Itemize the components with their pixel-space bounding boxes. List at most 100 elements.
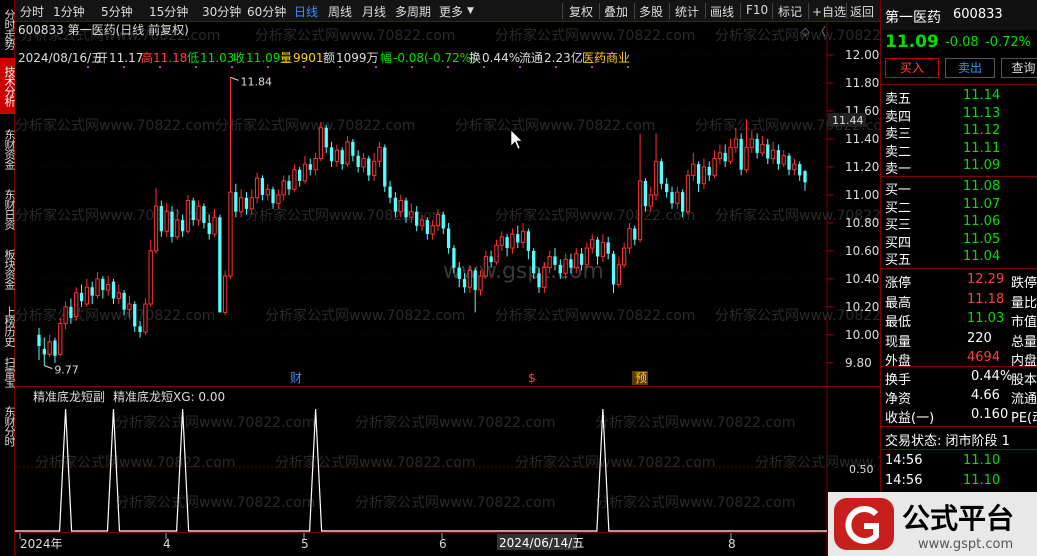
candle bbox=[345, 136, 350, 167]
tab-intraday[interactable]: 分时走势 bbox=[0, 4, 16, 54]
period-60min[interactable]: 60分钟 bbox=[247, 3, 286, 20]
fund-label-2: 流通 bbox=[1011, 392, 1037, 407]
back-button[interactable]: 返回 bbox=[850, 3, 874, 20]
period-monthly[interactable]: 月线 bbox=[362, 3, 386, 20]
open-label: 开 bbox=[96, 51, 108, 65]
candle bbox=[53, 337, 57, 363]
event-marker-icon[interactable]: $ bbox=[528, 371, 536, 385]
header-date: 2024/08/16/五 bbox=[18, 51, 103, 65]
candle bbox=[79, 284, 84, 307]
overlay-button[interactable]: 叠加 bbox=[604, 3, 628, 20]
f10-button[interactable]: F10 bbox=[746, 3, 768, 17]
more-menu[interactable]: 更多 bbox=[439, 3, 463, 20]
x-axis: 2024年 4 5 6 2024/06/14/五 8 bbox=[15, 532, 880, 556]
watermark-text: 分析家公式网www.70822.com bbox=[355, 494, 555, 511]
period-1min[interactable]: 1分钟 bbox=[53, 3, 85, 20]
candle bbox=[106, 276, 111, 296]
period-multi[interactable]: 多周期 bbox=[395, 3, 431, 20]
ask-price: 11.13 bbox=[963, 105, 1001, 121]
y-tick-label: 12.00 bbox=[845, 48, 879, 62]
fund-label-2: PE(动 bbox=[1011, 411, 1037, 426]
period-30min[interactable]: 30分钟 bbox=[202, 3, 241, 20]
more-dropdown-icon[interactable]: ▼ bbox=[467, 6, 474, 16]
tab-daily-fund[interactable]: 东财日资 bbox=[0, 182, 16, 236]
collapse-icon[interactable]: 〈 bbox=[815, 25, 826, 38]
candle bbox=[770, 141, 776, 165]
period-daily[interactable]: 日线 bbox=[294, 3, 318, 20]
ask-level-label: 卖一 bbox=[885, 162, 912, 177]
amount-value: 1099万 bbox=[336, 51, 379, 65]
candle bbox=[739, 133, 743, 176]
watermark-text: 分析家公式网www.70822.com bbox=[15, 117, 215, 134]
gspt-logo: 公式平台 www.gspt.com bbox=[828, 492, 1037, 556]
tab-risk-check[interactable]: 扫雷宝 bbox=[0, 352, 16, 392]
watermark-text: 分析家公式网www.70822.com bbox=[215, 117, 415, 134]
watermark-text: 分析家公式网www.70822.com bbox=[595, 494, 795, 511]
ask-level-label: 卖四 bbox=[885, 109, 912, 125]
candle bbox=[254, 172, 260, 204]
kline-chart[interactable]: 分析家公式网www.70822.com 分析家公式网www.70822.com 分析… bbox=[15, 22, 915, 386]
x-tick-year: 2024年 bbox=[20, 537, 63, 551]
turnover-label: 换 bbox=[469, 51, 481, 65]
indicator-value: 精准底龙短XG: 0.00 bbox=[113, 389, 225, 404]
tab-technical-analysis[interactable]: 技术分析 bbox=[0, 58, 16, 114]
draw-line-button[interactable]: 画线 bbox=[710, 3, 734, 20]
watermark-text: 分析家公式网www.70822.com bbox=[275, 454, 475, 471]
tick-time: 14:56 bbox=[885, 473, 923, 488]
candle bbox=[276, 189, 281, 209]
event-marker-icon[interactable]: 预 bbox=[635, 371, 647, 385]
stock-name: 第一医药 bbox=[885, 10, 941, 26]
mark-button[interactable]: 标记 bbox=[778, 3, 802, 20]
tab-rank-history[interactable]: 上榜历史 bbox=[0, 302, 16, 350]
candle bbox=[281, 175, 286, 201]
current-price: 11.09 bbox=[885, 32, 939, 52]
bid-level-label: 买一 bbox=[885, 183, 912, 198]
indicator-panel[interactable]: 分析家公式网www.70822.com 分析家公式网www.70822.com 分析… bbox=[15, 386, 955, 533]
period-weekly[interactable]: 周线 bbox=[328, 3, 352, 20]
adjust-button[interactable]: 复权 bbox=[569, 3, 593, 20]
statistics-button[interactable]: 统计 bbox=[675, 3, 699, 20]
candle bbox=[505, 234, 509, 257]
bid-level-label: 买四 bbox=[885, 235, 912, 251]
y-tick-label: 11.40 bbox=[845, 132, 879, 146]
tab-fund-intraday[interactable]: 东财分时 bbox=[0, 400, 16, 452]
low-label: 低 bbox=[187, 51, 199, 65]
candle bbox=[584, 242, 590, 268]
buy-button[interactable]: 买入 bbox=[885, 58, 939, 78]
x-tick-jun: 6 bbox=[439, 537, 447, 551]
candle bbox=[616, 256, 621, 288]
watermark-text: 分析家公式网www.70822.com bbox=[115, 494, 315, 511]
candle bbox=[633, 225, 637, 246]
tab-sector-fund[interactable]: 板块资金 bbox=[0, 242, 16, 296]
add-watchlist-button[interactable]: +自选 bbox=[812, 3, 846, 20]
query-button[interactable]: 查询 bbox=[1001, 58, 1037, 78]
sell-button[interactable]: 卖出 bbox=[945, 58, 995, 78]
logo-text: 公式平台 bbox=[902, 502, 1014, 535]
candle bbox=[712, 150, 717, 179]
candle bbox=[441, 211, 445, 235]
x-tick-apr: 4 bbox=[163, 537, 171, 551]
period-5min[interactable]: 5分钟 bbox=[101, 3, 133, 20]
industry-label[interactable]: 医药商业 bbox=[582, 50, 630, 65]
candle bbox=[377, 141, 382, 167]
candle bbox=[787, 152, 791, 176]
candle bbox=[84, 278, 90, 307]
candle bbox=[313, 152, 318, 176]
candle bbox=[185, 194, 191, 235]
candle bbox=[356, 150, 360, 173]
quote-panel: 第一医药 600833 11.09 -0.08 -0.72% 买入 卖出 查询 … bbox=[880, 0, 1037, 556]
tab-fund-flow[interactable]: 东财资金 bbox=[0, 122, 16, 176]
candle bbox=[701, 158, 707, 190]
candle bbox=[334, 144, 340, 167]
indicator-name[interactable]: 精准底龙短副 bbox=[33, 389, 105, 404]
period-15min[interactable]: 15分钟 bbox=[149, 3, 188, 20]
period-intraday[interactable]: 分时 bbox=[20, 3, 44, 20]
open-value: 11.17 bbox=[109, 51, 143, 65]
settings-diamond-icon[interactable]: ◇ bbox=[801, 25, 810, 38]
left-tab-strip: 分时走势 技术分析 东财资金 东财日资 板块资金 上榜历史 扫雷宝 东财分时 bbox=[0, 0, 16, 556]
bid-price: 11.08 bbox=[963, 179, 1001, 194]
multi-stock-button[interactable]: 多股 bbox=[639, 3, 663, 20]
event-marker-icon[interactable]: 财 bbox=[290, 371, 302, 385]
bid-level-label: 买三 bbox=[885, 218, 912, 233]
y-tick-label: 10.40 bbox=[845, 272, 879, 286]
